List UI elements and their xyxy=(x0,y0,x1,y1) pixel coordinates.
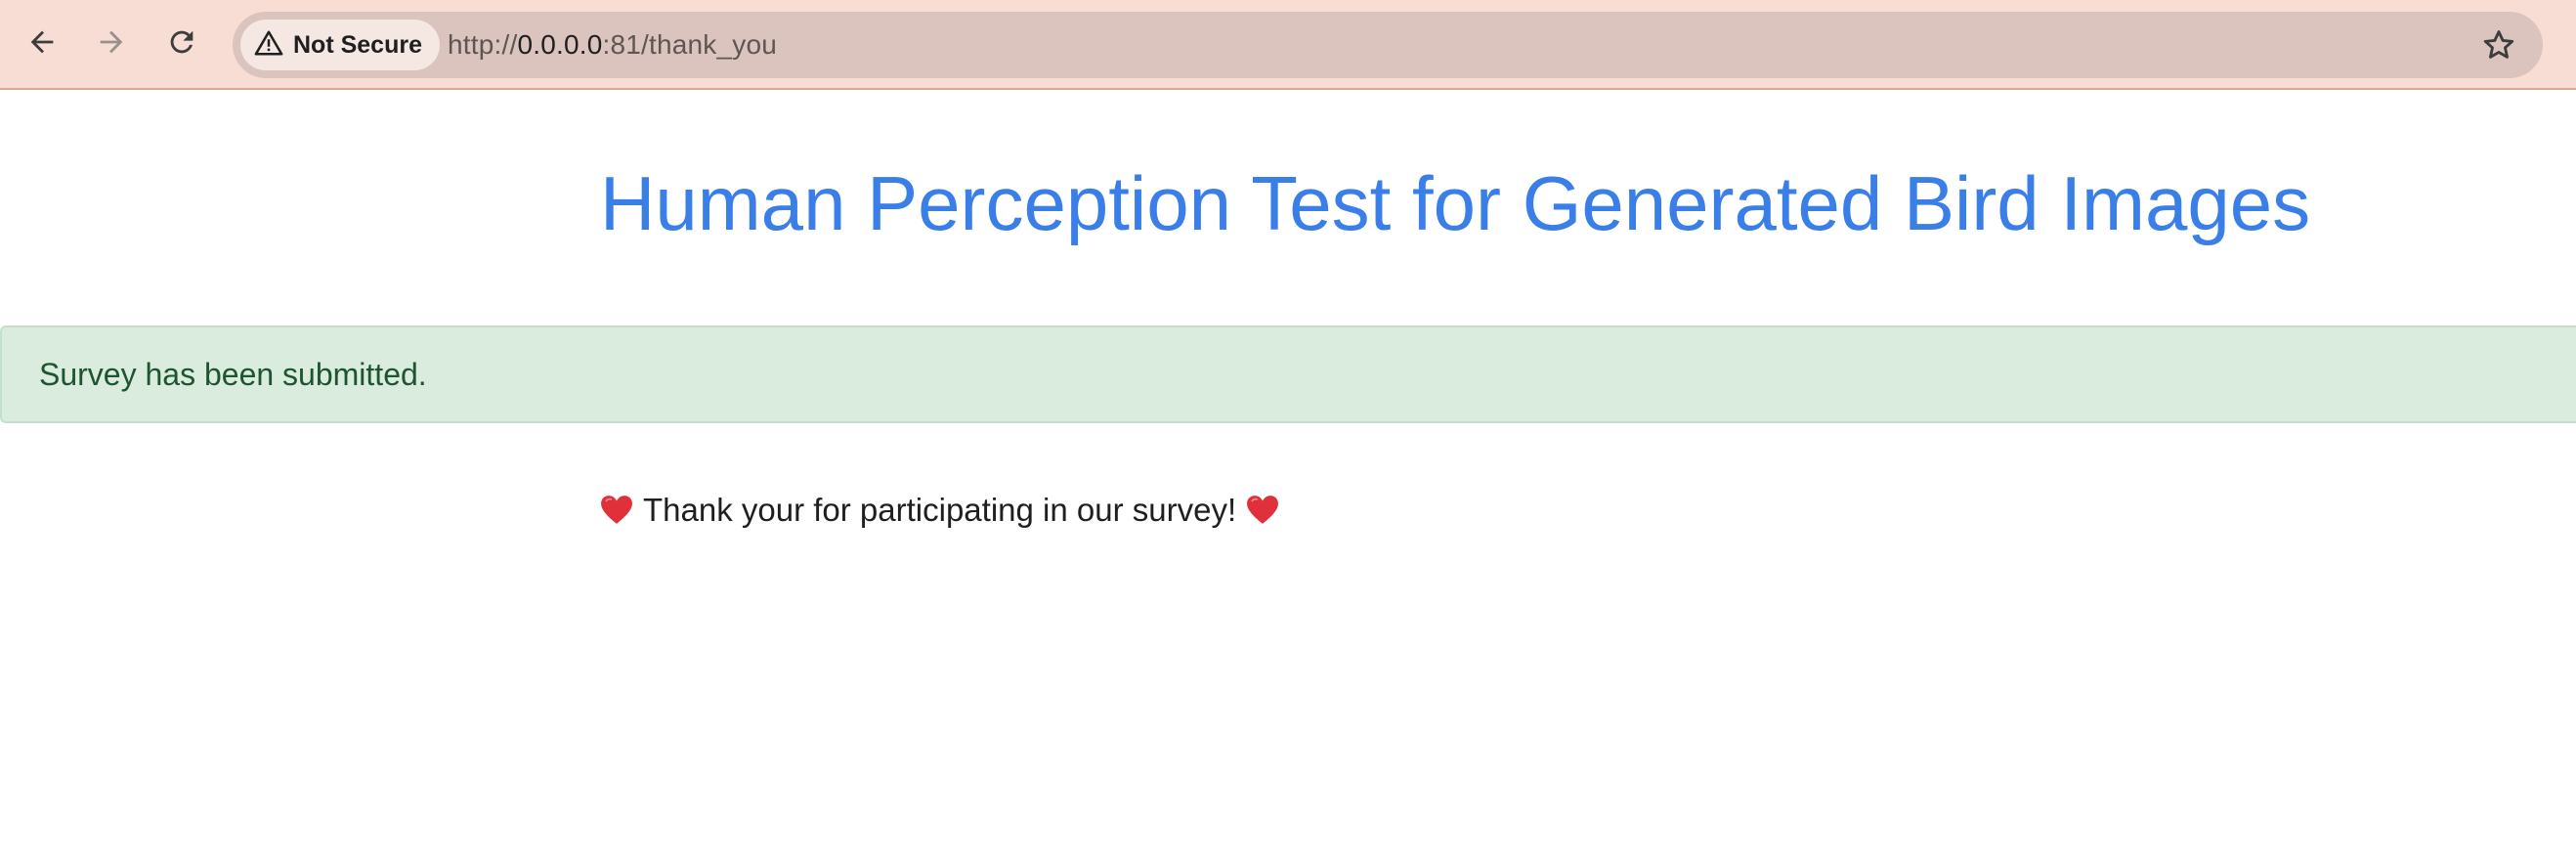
star-icon xyxy=(2480,30,2517,67)
forward-button[interactable] xyxy=(89,22,134,66)
back-arrow-icon xyxy=(25,25,59,64)
security-label: Not Secure xyxy=(293,30,422,59)
success-alert: Survey has been submitted. xyxy=(0,325,2576,423)
address-bar[interactable]: Not Secure http://0.0.0.0:81/thank_you xyxy=(233,12,2543,78)
red-heart-icon xyxy=(1246,495,1279,526)
url-path: :81/thank_you xyxy=(602,29,778,60)
reload-button[interactable] xyxy=(159,22,204,66)
bookmark-button[interactable] xyxy=(2480,26,2517,64)
url-host: 0.0.0.0 xyxy=(517,29,603,60)
forward-arrow-icon xyxy=(95,25,128,64)
security-indicator[interactable]: Not Secure xyxy=(240,20,440,70)
url-scheme: http:// xyxy=(448,29,518,60)
warning-icon xyxy=(254,28,283,63)
thank-you-message: Thank your for participating in our surv… xyxy=(600,485,1279,536)
thank-you-text: Thank your for participating in our surv… xyxy=(643,492,1237,528)
url-text[interactable]: http://0.0.0.0:81/thank_you xyxy=(448,12,777,78)
back-button[interactable] xyxy=(20,22,64,66)
red-heart-icon xyxy=(600,495,633,526)
reload-icon xyxy=(165,25,198,64)
page-title: Human Perception Test for Generated Bird… xyxy=(600,160,2311,246)
alert-message: Survey has been submitted. xyxy=(39,357,427,392)
browser-toolbar: Not Secure http://0.0.0.0:81/thank_you xyxy=(0,0,2576,90)
